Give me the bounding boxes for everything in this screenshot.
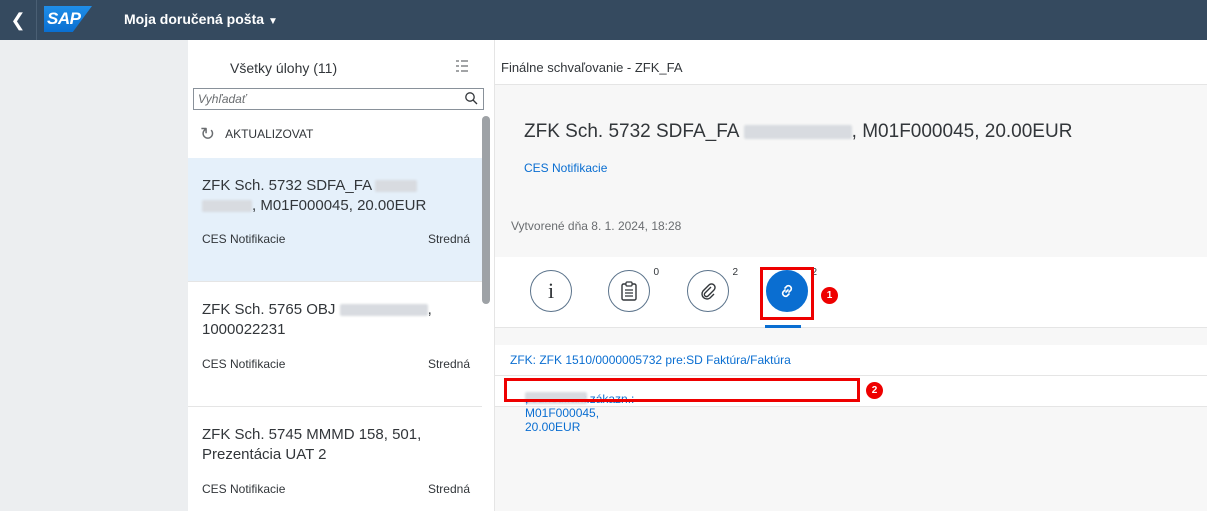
icon-tab-bar: i 0 2 2 1: [495, 257, 1207, 328]
search-icon[interactable]: [464, 91, 478, 105]
tab-notes[interactable]: 0: [608, 267, 659, 312]
refresh-button[interactable]: ↻ AKTUALIZOVAT: [200, 124, 313, 145]
highlight-box-links-tab: [760, 267, 814, 320]
active-tab-indicator: [765, 325, 801, 328]
shell-bar: ❮ SAP Moja doručená pošta ▼: [0, 0, 1207, 40]
link-row[interactable]: ZFK: ZFK 1510/0000005732 pre:SD Faktúra/…: [495, 345, 1207, 376]
list-item-priority: Stredná: [427, 232, 470, 246]
attachment-icon: [701, 283, 716, 300]
left-background: [0, 40, 188, 511]
attachments-count: 2: [732, 267, 738, 278]
detail-page: Finálne schvaľovanie - ZFK_FA ZFK Sch. 5…: [495, 40, 1207, 511]
master-header: Všetky úlohy (11): [188, 40, 494, 86]
list-item-source: CES Notifikacie: [202, 482, 286, 496]
master-list: Všetky úlohy (11) ↻ AKTUALIZOVAT ZFK Sch.…: [188, 40, 495, 511]
caret-down-icon: ▼: [268, 16, 278, 27]
list-item-source: CES Notifikacie: [202, 232, 286, 246]
list-item-priority: Stredná: [427, 357, 470, 371]
annotation-badge-1: 1: [821, 287, 838, 304]
link-text[interactable]: ZFK: ZFK 1510/0000005732 pre:SD Faktúra/…: [510, 353, 791, 367]
links-list: ZFK: ZFK 1510/0000005732 pre:SD Faktúra/…: [495, 345, 1207, 434]
list-item-title: ZFK Sch. 5745 MMMD 158, 501, Prezentácia …: [202, 426, 422, 463]
object-source-link[interactable]: CES Notifikacie: [524, 161, 607, 175]
tab-attachments[interactable]: 2: [687, 267, 738, 312]
list-item-source: CES Notifikacie: [202, 357, 286, 371]
tab-info[interactable]: i: [530, 270, 572, 312]
search-input[interactable]: [198, 91, 448, 107]
refresh-label: AKTUALIZOVAT: [225, 127, 314, 141]
sap-logo[interactable]: SAP: [44, 6, 92, 32]
sort-list-icon[interactable]: [454, 58, 470, 74]
list-item-selected[interactable]: ZFK Sch. 5732 SDFA_FA , M01F000045, 20.0…: [188, 158, 482, 282]
notes-icon: [621, 281, 637, 301]
object-title: ZFK Sch. 5732 SDFA_FA , M01F000045, 20.0…: [524, 121, 1073, 142]
notes-count: 0: [653, 267, 659, 278]
app-title: Moja doručená pošta: [124, 11, 265, 27]
app-title-menu[interactable]: Moja doručená pošta ▼: [124, 11, 278, 27]
list-item[interactable]: ZFK Sch. 5745 MMMD 158, 501, Prezentácia …: [188, 407, 482, 511]
list-scrollbar[interactable]: [482, 116, 490, 304]
link-row[interactable]: Jednotl.fakt.zákazn.: , M01F000045, 20.0…: [495, 376, 1207, 434]
annotation-badge-2: 2: [866, 382, 883, 399]
detail-bar: Finálne schvaľovanie - ZFK_FA: [495, 40, 1207, 85]
list-item[interactable]: ZFK Sch. 5765 OBJ , 1000022231 CES Notifi…: [188, 282, 482, 407]
object-created-date: Vytvorené dňa 8. 1. 2024, 18:28: [511, 219, 682, 233]
list-item-title: ZFK Sch. 5765 OBJ , 1000022231: [202, 301, 432, 338]
detail-bar-title: Finálne schvaľovanie - ZFK_FA: [501, 60, 683, 75]
search-field[interactable]: [193, 88, 484, 110]
list-item-title: ZFK Sch. 5732 SDFA_FA , M01F000045, 20.0…: [202, 177, 427, 214]
refresh-icon: ↻: [200, 124, 216, 144]
master-title: Všetky úlohy (11): [230, 60, 338, 76]
list-item-priority: Stredná: [427, 482, 470, 496]
back-button[interactable]: ❮: [0, 0, 37, 40]
info-icon: i: [547, 278, 555, 303]
chevron-left-icon: ❮: [10, 9, 26, 30]
highlight-box-link: [504, 378, 860, 402]
